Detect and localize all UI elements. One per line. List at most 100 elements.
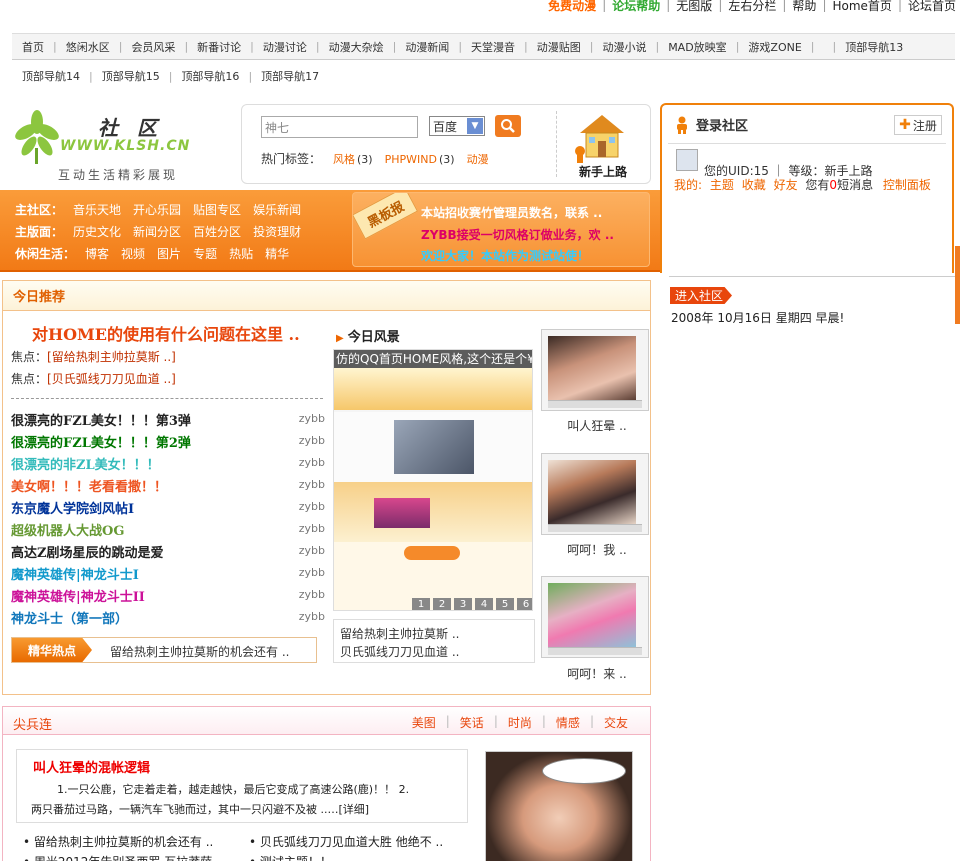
hot-link[interactable]: 留给热刺主帅拉莫斯的机会还有 .. [110,643,289,660]
nav-item[interactable]: 会员风采 [131,39,175,55]
scene-link[interactable]: 留给热刺主帅拉莫斯 .. [340,625,459,642]
nav-item[interactable]: 动漫小说 [602,39,646,55]
band-link[interactable]: 热贴 [229,247,253,261]
focus-link[interactable]: [留给热刺主帅拉莫斯 ..] [47,350,176,364]
thread-title[interactable]: 很漂亮的FZL美女！！！第2弹 [11,436,191,451]
category-tab[interactable]: 时尚 [508,714,532,731]
thread-row[interactable]: 美女啊！！！老看看撒！！ zybb [11,476,325,496]
avatar[interactable] [676,149,698,171]
notice-link[interactable]: 本站招收赛竹管理员数名，联系 .. [421,204,602,221]
band-link[interactable]: 贴图专区 [193,203,241,217]
thread-title[interactable]: 很漂亮的FZL美女！！！第3弹 [11,414,191,429]
band-link[interactable]: 博客 [85,247,109,261]
thread-author[interactable]: zybb [299,610,325,623]
thread-title[interactable]: 美女啊！！！老看看撒！！ [11,480,167,495]
thread-row[interactable]: 高达Z剧场星辰的跳动是爱 zybb [11,542,325,562]
nav-item[interactable]: MAD放映室 [668,39,727,55]
nav-item[interactable]: 动漫讨论 [263,39,307,55]
nav-item[interactable]: 动漫贴图 [537,39,581,55]
photo-thumbnail[interactable] [541,576,649,658]
hot-tag-link[interactable]: PHPWIND [385,153,437,166]
top-link[interactable]: 论坛首页 [908,0,956,14]
category-tab[interactable]: 交友 [604,714,628,731]
photo-thumbnail[interactable] [541,453,649,535]
newbie-link[interactable]: 新手上路 [570,109,632,181]
story-title[interactable]: 叫人狂晕的混帐逻辑 [33,757,150,776]
hot-tag-link[interactable]: 风格 [333,153,355,166]
nav-item[interactable]: 天堂漫音 [471,39,515,55]
thread-title[interactable]: 东京魔人学院剑风帖I [11,502,134,517]
category-tab[interactable]: 情感 [556,714,580,731]
search-button[interactable] [495,115,521,137]
band-link[interactable]: 精华 [265,247,289,261]
band-link[interactable]: 投资理财 [253,225,301,239]
thread-row[interactable]: 超级机器人大战OG zybb [11,520,325,540]
thumbnail-caption[interactable]: 呵呵！我 .. [543,541,651,558]
thread-title[interactable]: 魔神英雄传|神龙斗士I [11,568,139,583]
band-link[interactable]: 历史文化 [73,225,121,239]
photo-thumbnail[interactable] [541,329,649,411]
nav-item[interactable]: 首页 [22,39,44,55]
band-link[interactable]: 新闻分区 [133,225,181,239]
my-favorites-link[interactable]: 收藏 [742,178,766,192]
nav-item[interactable]: 动漫新闻 [405,39,449,55]
thread-row[interactable]: 很漂亮的FZL美女！！！第2弹 zybb [11,432,325,452]
scene-slideshow[interactable]: 仿的QQ首页HOME风格,这个还是个¥ 123456 [333,349,533,611]
nav-item[interactable]: 顶部导航14 [22,68,80,84]
pager-button[interactable]: 2 [433,598,451,610]
enter-community-button[interactable]: 进入社区 [670,287,732,304]
search-input[interactable] [261,116,418,138]
top-link[interactable]: 无图版 [676,0,712,14]
thread-author[interactable]: zybb [299,434,325,447]
thread-author[interactable]: zybb [299,456,325,469]
pager-button[interactable]: 4 [475,598,493,610]
thread-author[interactable]: zybb [299,412,325,425]
nav-item[interactable]: 顶部导航13 [845,39,903,55]
my-topics-link[interactable]: 主题 [710,178,734,192]
headline-link[interactable]: 对HOME的使用有什么问题在这里 .. [32,321,300,345]
thread-row[interactable]: 东京魔人学院剑风帖I zybb [11,498,325,518]
nav-item[interactable]: 游戏ZONE [748,39,801,55]
nav-item[interactable]: 顶部导航17 [261,68,319,84]
site-logo[interactable]: 社 区 WWW.KLSH.CN 互动生活精彩展现 [14,108,234,184]
thread-row[interactable]: 神龙斗士（第一部） zybb [11,608,325,628]
list-item[interactable]: • 贝氏弧线刀刀见血道大胜 他绝不 .. [249,833,443,850]
thread-title[interactable]: 很漂亮的非ZL美女！！！ [11,458,160,473]
nav-item[interactable]: 悠闲水区 [66,39,110,55]
register-button[interactable]: ✚ 注册 [894,115,942,135]
featured-photo[interactable] [485,751,633,861]
message-suffix[interactable]: 短消息 [837,178,873,192]
thread-author[interactable]: zybb [299,522,325,535]
nav-item[interactable]: 动漫大杂烩 [329,39,384,55]
band-link[interactable]: 图片 [157,247,181,261]
pager-button[interactable]: 1 [412,598,430,610]
thread-author[interactable]: zybb [299,566,325,579]
story-more-link[interactable]: …[详细] [328,803,370,816]
thread-author[interactable]: zybb [299,588,325,601]
focus-link[interactable]: [贝氏弧线刀刀见血道 ..] [47,372,176,386]
list-item[interactable]: • 测试主题！！ [249,853,332,861]
thread-author[interactable]: zybb [299,500,325,513]
top-link[interactable]: 免费动漫 [548,0,596,14]
band-link[interactable]: 开心乐园 [133,203,181,217]
category-tab[interactable]: 美图 [412,714,436,731]
control-panel-link[interactable]: 控制面板 [883,178,931,192]
thread-row[interactable]: 很漂亮的FZL美女！！！第3弹 zybb [11,410,325,430]
hot-tag-link[interactable]: 动漫 [467,153,489,166]
list-item[interactable]: • 留给热刺主帅拉莫斯的机会还有 .. [23,833,213,850]
thread-title[interactable]: 魔神英雄传|神龙斗士II [11,590,145,605]
thread-title[interactable]: 高达Z剧场星辰的跳动是爱 [11,546,164,561]
nav-item[interactable]: 顶部导航16 [181,68,239,84]
nav-item[interactable]: 顶部导航15 [102,68,160,84]
top-link[interactable]: Home首页 [832,0,891,14]
pager-button[interactable]: 5 [496,598,514,610]
thread-row[interactable]: 魔神英雄传|神龙斗士I zybb [11,564,325,584]
thread-title[interactable]: 超级机器人大战OG [11,524,124,539]
message-count[interactable]: 0 [829,178,837,192]
pager-button[interactable]: 3 [454,598,472,610]
nav-item[interactable]: 新番讨论 [197,39,241,55]
band-link[interactable]: 百姓分区 [193,225,241,239]
band-link[interactable]: 娱乐新闻 [253,203,301,217]
notice-link[interactable]: ZYBB接受一切风格订做业务，欢 .. [421,226,614,243]
thumbnail-caption[interactable]: 叫人狂晕 .. [543,417,651,434]
